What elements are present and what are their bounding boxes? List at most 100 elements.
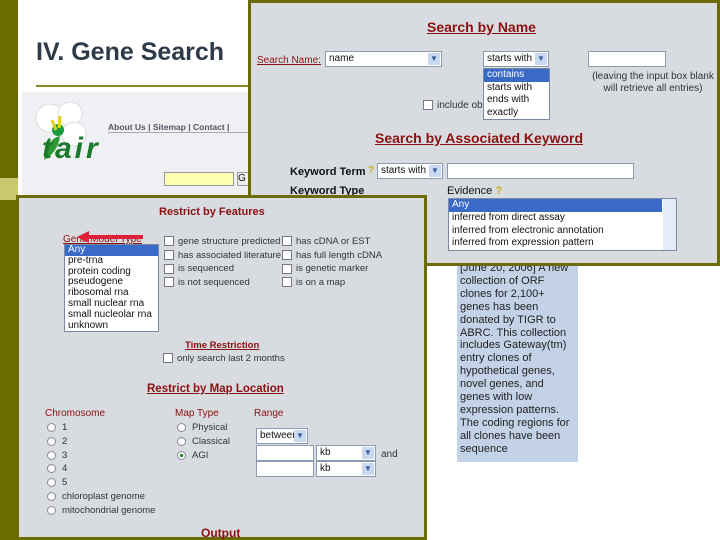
- evidence-option[interactable]: inferred from expression pattern: [449, 237, 676, 250]
- chevron-down-icon: ▼: [362, 463, 374, 475]
- feature-check[interactable]: is not sequenced: [164, 276, 281, 290]
- search-name-label[interactable]: Search Name:: [257, 55, 321, 66]
- search-name-heading: Search by Name: [427, 19, 536, 35]
- radio-label: 1: [62, 422, 68, 433]
- time-check[interactable]: only search last 2 months: [163, 353, 285, 364]
- chromosome-radio[interactable]: 3: [47, 449, 155, 463]
- range-end-input[interactable]: [256, 461, 314, 477]
- tair-search-input[interactable]: [164, 172, 234, 186]
- chromosome-radio[interactable]: 2: [47, 435, 155, 449]
- feature-label: is not sequenced: [178, 276, 250, 288]
- scrollbar[interactable]: [663, 199, 676, 250]
- feature-label: gene structure predicted: [178, 236, 281, 247]
- checkbox[interactable]: [282, 236, 292, 247]
- gene-model-option[interactable]: pre-trna: [65, 255, 158, 267]
- chromosome-radio[interactable]: chloroplast genome: [47, 490, 155, 504]
- radio-label: 4: [62, 463, 68, 475]
- checkbox[interactable]: [164, 250, 174, 261]
- checkbox[interactable]: [164, 263, 174, 274]
- match-option[interactable]: contains: [484, 69, 549, 82]
- chromosome-radio[interactable]: 1: [47, 421, 155, 435]
- feature-check[interactable]: has full length cDNA: [282, 249, 382, 263]
- feature-checks-left: gene structure predicted has associated …: [164, 235, 281, 289]
- help-icon[interactable]: ?: [368, 165, 374, 176]
- chromosome-radio[interactable]: 4: [47, 462, 155, 476]
- chevron-down-icon: ▼: [428, 53, 440, 65]
- keyword-term-input[interactable]: [447, 163, 634, 179]
- chromosome-radio[interactable]: 5: [47, 476, 155, 490]
- match-type-dropdown[interactable]: contains starts with ends with exactly: [483, 68, 550, 120]
- search-name-input[interactable]: [588, 51, 666, 67]
- tair-logo-text: tair: [42, 132, 101, 165]
- gene-model-option[interactable]: small nucleolar rna: [65, 309, 158, 321]
- chromosome-radio[interactable]: mitochondrial genome: [47, 504, 155, 518]
- features-heading: Restrict by Features: [159, 206, 265, 218]
- keyword-term-value: starts with: [381, 165, 427, 176]
- feature-check[interactable]: has associated literature: [164, 249, 281, 263]
- feature-check[interactable]: has cDNA or EST: [282, 235, 382, 249]
- match-type-select[interactable]: starts with ▼: [483, 51, 549, 67]
- tair-nav[interactable]: About Us | Sitemap | Contact |: [108, 122, 258, 133]
- feature-checks-right: has cDNA or EST has full length cDNA is …: [282, 235, 382, 289]
- radio-label: mitochondrial genome: [62, 504, 156, 516]
- radio-label: chloroplast genome: [62, 490, 145, 502]
- radio[interactable]: [177, 422, 186, 432]
- radio[interactable]: [47, 491, 56, 501]
- feature-label: is sequenced: [178, 263, 234, 275]
- radio[interactable]: [47, 436, 56, 446]
- checkbox[interactable]: [282, 250, 292, 261]
- feature-check[interactable]: is sequenced: [164, 262, 281, 276]
- evidence-list[interactable]: Any inferred from direct assay inferred …: [448, 198, 677, 251]
- checkbox[interactable]: [164, 236, 174, 247]
- evidence-option[interactable]: inferred from direct assay: [449, 212, 676, 225]
- unit-select-1[interactable]: kb ▼: [316, 445, 376, 461]
- evidence-option[interactable]: inferred from electronic annotation: [449, 225, 676, 238]
- time-heading: Time Restriction: [185, 340, 260, 351]
- search-hint: (leaving the input box blank will retrie…: [592, 71, 714, 94]
- map-type-radio[interactable]: Physical: [177, 421, 230, 435]
- match-type-value: starts with: [487, 53, 533, 64]
- feature-check[interactable]: is genetic marker: [282, 262, 382, 276]
- unit-select-2[interactable]: kb ▼: [316, 461, 376, 477]
- range-start-input[interactable]: [256, 445, 314, 461]
- include-checkbox[interactable]: [423, 100, 433, 111]
- evidence-option[interactable]: Any: [449, 199, 662, 212]
- unit-value: kb: [320, 463, 331, 474]
- keyword-term-select[interactable]: starts with ▼: [377, 163, 443, 179]
- radio-selected[interactable]: [177, 450, 186, 460]
- include-obsolete[interactable]: include ob: [423, 100, 483, 111]
- radio-label: 3: [62, 449, 68, 461]
- feature-check[interactable]: gene structure predicted: [164, 235, 281, 249]
- help-icon[interactable]: ?: [495, 185, 502, 197]
- feature-check[interactable]: is on a map: [282, 276, 382, 290]
- match-option[interactable]: exactly: [484, 107, 549, 120]
- radio[interactable]: [177, 436, 186, 446]
- checkbox[interactable]: [164, 277, 174, 288]
- range-select[interactable]: between ▼: [256, 428, 308, 444]
- map-type-radio[interactable]: Classical: [177, 435, 230, 449]
- range-label: Range: [254, 408, 284, 419]
- radio[interactable]: [47, 422, 56, 432]
- restrict-panel: Restrict by Features Gene Model Type Any…: [16, 195, 427, 540]
- map-type-radio[interactable]: AGI: [177, 449, 230, 463]
- gene-model-option[interactable]: unknown: [65, 320, 158, 332]
- feature-label: is genetic marker: [296, 263, 369, 275]
- match-option[interactable]: ends with: [484, 94, 549, 107]
- checkbox[interactable]: [282, 277, 292, 288]
- radio[interactable]: [47, 505, 56, 515]
- radio[interactable]: [47, 478, 56, 488]
- red-arrow-annotation: [77, 231, 143, 243]
- gene-model-list[interactable]: Any pre-trna protein coding pseudogene r…: [64, 244, 159, 333]
- radio-label: Physical: [192, 422, 228, 433]
- radio[interactable]: [47, 464, 56, 474]
- map-type-label: Map Type: [175, 408, 219, 419]
- chevron-down-icon: ▼: [429, 165, 441, 177]
- radio[interactable]: [47, 450, 56, 460]
- radio-label: 2: [62, 435, 68, 447]
- match-option[interactable]: starts with: [484, 82, 549, 95]
- feature-label: has cDNA or EST: [296, 236, 371, 247]
- checkbox[interactable]: [282, 263, 292, 274]
- search-field-select[interactable]: name ▼: [325, 51, 442, 67]
- chromosome-label: Chromosome: [45, 408, 106, 419]
- checkbox[interactable]: [163, 353, 173, 364]
